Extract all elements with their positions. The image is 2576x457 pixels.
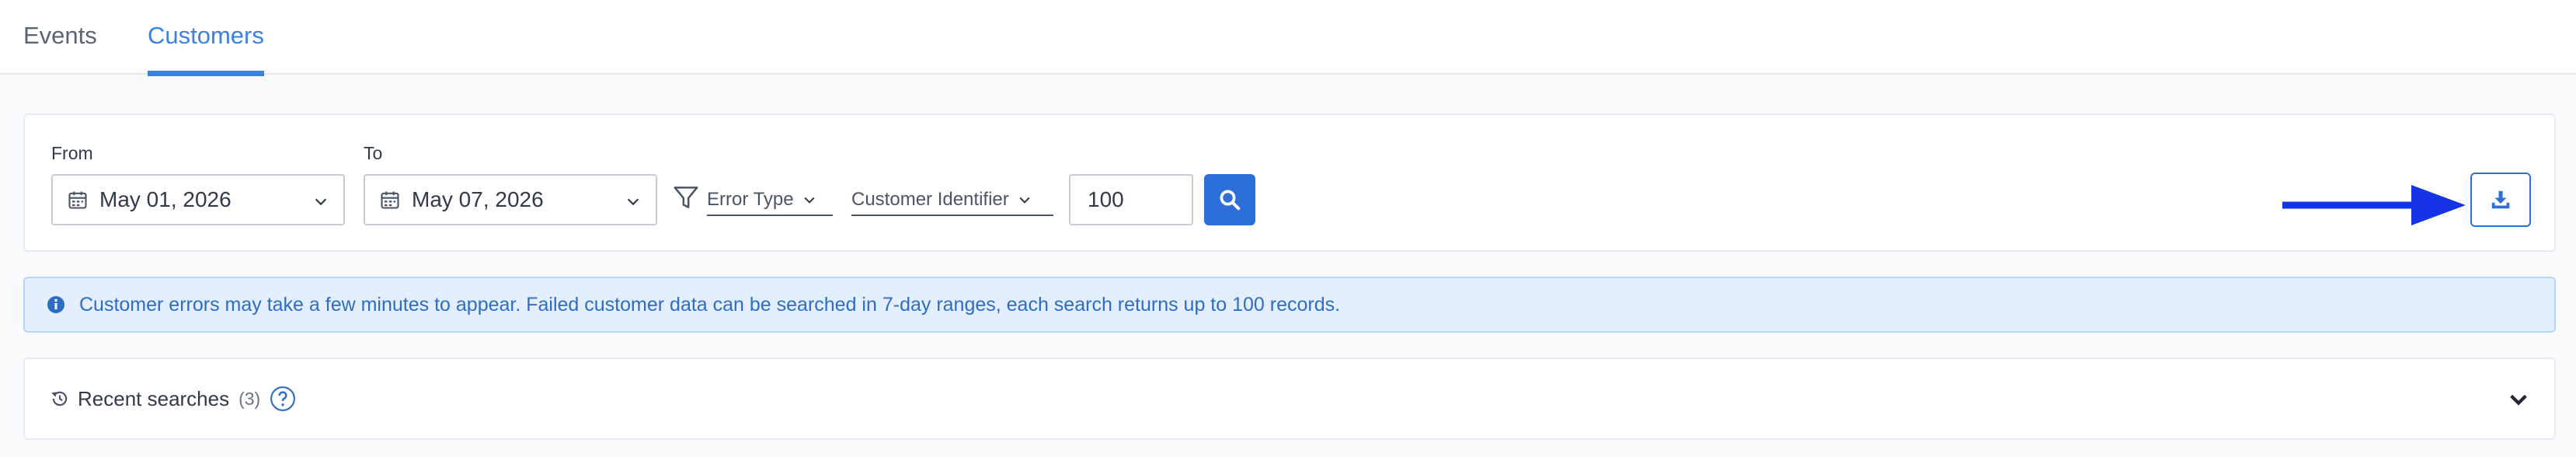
chevron-down-icon	[804, 197, 815, 204]
chevron-down-icon	[315, 198, 327, 206]
info-message: Customer errors may take a few minutes t…	[79, 293, 1341, 316]
to-label: To	[364, 143, 383, 163]
chevron-down-icon[interactable]	[2508, 389, 2529, 410]
recent-searches-count: (3)	[238, 388, 261, 409]
from-date-value: May 01, 2026	[99, 187, 231, 211]
record-limit-input[interactable]	[1069, 174, 1193, 225]
filter-icon	[674, 187, 698, 208]
info-icon	[47, 296, 64, 313]
tab-customers[interactable]: Customers	[148, 20, 264, 76]
recent-searches-title: Recent searches	[78, 386, 230, 410]
tab-customers-label: Customers	[148, 22, 264, 49]
search-button[interactable]	[1204, 174, 1255, 225]
tabs-bar: Events Customers	[0, 0, 2576, 76]
error-type-dropdown[interactable]: Error Type	[707, 185, 833, 216]
history-icon	[51, 391, 68, 406]
recent-searches-panel[interactable]: Recent searches (3)	[23, 358, 2556, 440]
active-tab-indicator	[148, 71, 264, 76]
filter-panel: From May 01, 2026 To May 07, 2026 Error …	[23, 113, 2556, 252]
tab-events[interactable]: Events	[23, 20, 97, 75]
error-type-label: Error Type	[707, 189, 794, 210]
download-icon	[2491, 190, 2510, 209]
tab-events-label: Events	[23, 22, 97, 49]
to-date-value: May 07, 2026	[412, 187, 544, 211]
customer-identifier-dropdown[interactable]: Customer Identifier	[851, 185, 1053, 216]
arrow-annotation	[2282, 185, 2466, 225]
from-label: From	[51, 143, 93, 163]
help-icon[interactable]	[270, 385, 296, 412]
info-banner: Customer errors may take a few minutes t…	[23, 277, 2556, 333]
calendar-icon	[68, 191, 87, 209]
customer-identifier-label: Customer Identifier	[851, 189, 1009, 210]
search-icon	[1220, 190, 1241, 211]
from-date-picker[interactable]: May 01, 2026	[51, 174, 345, 225]
download-button[interactable]	[2470, 173, 2531, 227]
to-date-picker[interactable]: May 07, 2026	[364, 174, 657, 225]
chevron-down-icon	[1019, 197, 1030, 204]
chevron-down-icon	[627, 198, 639, 206]
calendar-icon	[381, 191, 399, 209]
